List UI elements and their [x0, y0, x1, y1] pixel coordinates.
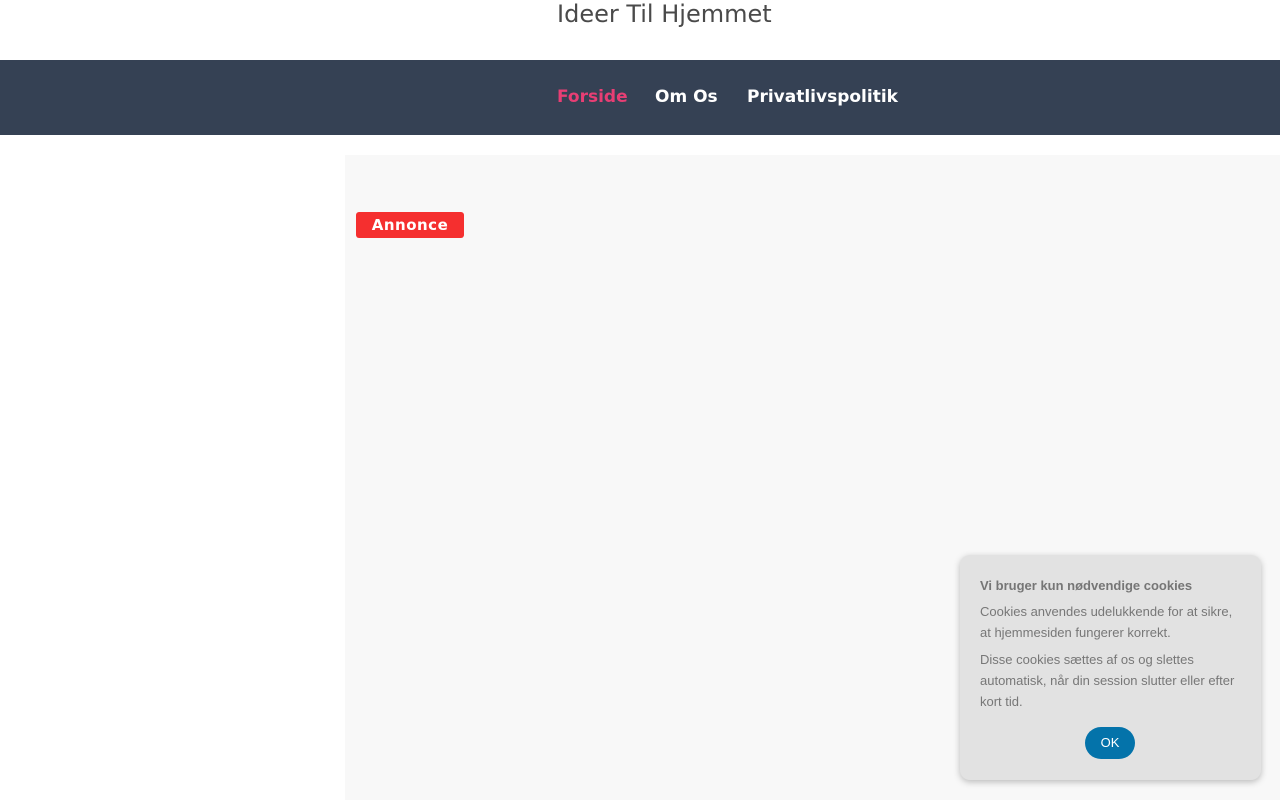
site-header: Ideer Til Hjemmet: [0, 0, 1280, 60]
cookie-ok-button[interactable]: OK: [1085, 727, 1135, 759]
main-navigation: Forside Om Os Privatlivspolitik: [0, 60, 1280, 135]
advertisement-badge: Annonce: [356, 212, 464, 238]
cookie-session-description: Disse cookies sættes af os og slettes au…: [980, 652, 1235, 709]
site-title[interactable]: Ideer Til Hjemmet: [557, 0, 772, 32]
cookie-heading: Vi bruger kun nødvendige cookies: [980, 578, 1193, 593]
nav-item-om-os[interactable]: Om Os: [655, 84, 718, 110]
nav-item-privatlivspolitik[interactable]: Privatlivspolitik: [747, 84, 898, 110]
cookie-notice: Vi bruger kun nødvendige cookies Cookies…: [960, 555, 1261, 780]
nav-item-forside[interactable]: Forside: [557, 84, 628, 110]
cookie-description: Cookies anvendes udelukkende for at sikr…: [980, 604, 1233, 640]
